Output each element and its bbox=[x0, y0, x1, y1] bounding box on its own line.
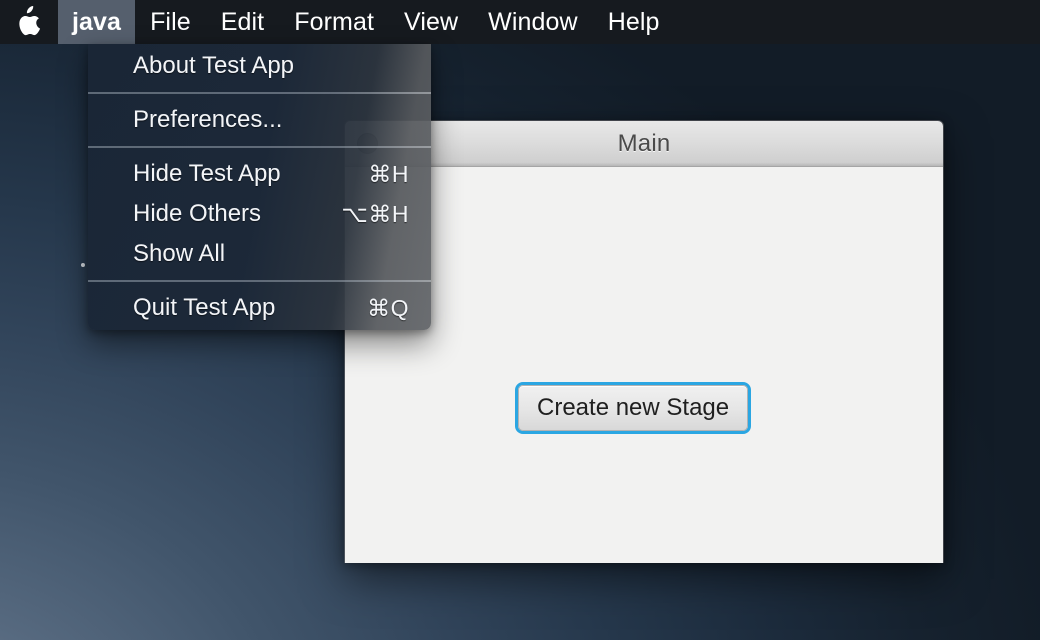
menu-item-help[interactable]: Help bbox=[593, 0, 675, 44]
menu-group-quit: Quit Test App ⌘Q bbox=[88, 286, 431, 330]
menu-option-preferences[interactable]: Preferences... bbox=[88, 100, 431, 140]
menu-option-about-test-app[interactable]: About Test App bbox=[88, 46, 431, 86]
menu-item-view[interactable]: View bbox=[389, 0, 473, 44]
menu-option-label: Hide Others bbox=[133, 200, 262, 227]
menu-item-java[interactable]: java bbox=[58, 0, 136, 44]
menu-item-window[interactable]: Window bbox=[473, 0, 593, 44]
window-content-area: Create new Stage bbox=[345, 167, 943, 563]
create-new-stage-button[interactable]: Create new Stage bbox=[518, 385, 749, 431]
apple-logo-icon[interactable] bbox=[0, 0, 58, 44]
java-dropdown-menu[interactable]: About Test App Preferences... Hide Test … bbox=[88, 44, 431, 330]
menu-item-file[interactable]: File bbox=[135, 0, 206, 44]
menu-option-label: About Test App bbox=[133, 52, 295, 79]
menu-separator bbox=[88, 280, 431, 282]
menu-separator bbox=[88, 146, 431, 148]
menu-option-shortcut: ⌘H bbox=[368, 160, 409, 187]
app-window[interactable]: Main Create new Stage bbox=[344, 120, 944, 563]
window-titlebar[interactable]: Main bbox=[345, 121, 943, 167]
window-title: Main bbox=[617, 129, 671, 157]
menu-option-shortcut: ⌥⌘H bbox=[341, 200, 409, 227]
menu-option-hide-others[interactable]: Hide Others ⌥⌘H bbox=[88, 194, 431, 234]
menu-option-quit-test-app[interactable]: Quit Test App ⌘Q bbox=[88, 288, 431, 328]
menu-option-label: Hide Test App bbox=[133, 160, 281, 187]
menu-group-preferences: Preferences... bbox=[88, 98, 431, 142]
menu-item-format[interactable]: Format bbox=[279, 0, 389, 44]
menu-option-label: Preferences... bbox=[133, 106, 283, 133]
menu-option-hide-test-app[interactable]: Hide Test App ⌘H bbox=[88, 154, 431, 194]
menu-bar: java File Edit Format View Window Help bbox=[0, 0, 1040, 44]
menu-group-about: About Test App bbox=[88, 44, 431, 88]
menu-option-shortcut: ⌘Q bbox=[367, 294, 409, 321]
menu-group-hide: Hide Test App ⌘H Hide Others ⌥⌘H Show Al… bbox=[88, 152, 431, 276]
menu-separator bbox=[88, 92, 431, 94]
desktop-speck bbox=[81, 263, 85, 267]
menu-option-show-all[interactable]: Show All bbox=[88, 234, 431, 274]
menu-option-label: Quit Test App bbox=[133, 294, 276, 321]
menu-option-label: Show All bbox=[133, 240, 226, 267]
screen: Main Create new Stage java File Edit For… bbox=[0, 0, 1040, 640]
menu-item-edit[interactable]: Edit bbox=[206, 0, 279, 44]
